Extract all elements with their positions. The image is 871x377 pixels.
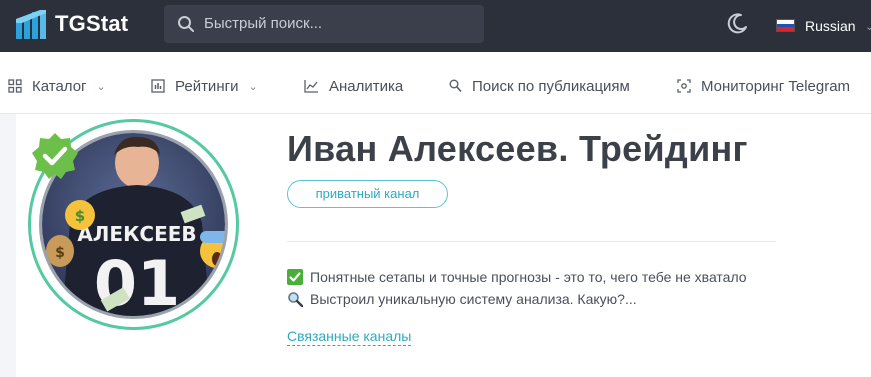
nav-item-ratings[interactable]: Рейтинги ⌄ bbox=[151, 76, 258, 96]
moon-icon[interactable] bbox=[727, 12, 749, 34]
nav-item-monitoring[interactable]: Мониторинг Telegram bbox=[677, 76, 850, 96]
check-mark-emoji bbox=[287, 269, 303, 285]
search-placeholder: Быстрый поиск... bbox=[204, 15, 323, 32]
grid-icon bbox=[8, 79, 22, 93]
language-selector[interactable]: Russian bbox=[805, 18, 856, 34]
nav-item-analytics[interactable]: Аналитика bbox=[304, 76, 403, 96]
search-icon bbox=[178, 16, 194, 32]
verified-badge-icon bbox=[32, 133, 78, 179]
line-chart-icon bbox=[304, 80, 318, 93]
nav-item-search-posts[interactable]: Поиск по публикациям bbox=[449, 76, 630, 96]
chevron-down-icon[interactable]: ⌄ bbox=[865, 20, 871, 33]
chevron-down-icon: ⌄ bbox=[248, 80, 258, 93]
logo-icon[interactable] bbox=[16, 10, 46, 39]
description-line: Понятные сетапы и точные прогнозы - это … bbox=[287, 268, 747, 286]
top-bar: TGStat Быстрый поиск... Russian ⌄ bbox=[0, 0, 871, 52]
main-nav: Каталог ⌄ Рейтинги ⌄ Аналитика Поиск по … bbox=[0, 52, 871, 114]
nav-label: Поиск по публикациям bbox=[472, 77, 630, 95]
avatar-shirt-name: АЛЕКСЕЕВ bbox=[77, 222, 196, 246]
search-input[interactable]: Быстрый поиск... bbox=[164, 5, 484, 43]
magnifier-emoji bbox=[288, 292, 303, 307]
nav-label: Мониторинг Telegram bbox=[701, 77, 851, 95]
search-icon bbox=[449, 79, 462, 93]
related-channels-link[interactable]: Связанные каналы bbox=[287, 328, 412, 346]
logo-text[interactable]: TGStat bbox=[55, 11, 128, 37]
chevron-down-icon: ⌄ bbox=[96, 80, 106, 93]
nav-item-catalog[interactable]: Каталог ⌄ bbox=[8, 76, 106, 96]
nav-label: Аналитика bbox=[329, 77, 404, 95]
description-text: Выстроил уникальную систему анализа. Как… bbox=[310, 291, 637, 307]
private-channel-badge[interactable]: приватный канал bbox=[287, 180, 448, 208]
monitor-icon bbox=[677, 79, 691, 93]
nav-label: Каталог bbox=[32, 77, 87, 95]
russia-flag-icon[interactable] bbox=[776, 19, 795, 32]
divider bbox=[287, 241, 776, 242]
bar-chart-icon bbox=[151, 79, 165, 93]
nav-label: Рейтинги bbox=[175, 77, 239, 95]
description-text: Понятные сетапы и точные прогнозы - это … bbox=[310, 269, 747, 285]
channel-title: Иван Алексеев. Трейдинг bbox=[287, 128, 748, 169]
svg-text:$: $ bbox=[75, 207, 85, 225]
svg-text:$: $ bbox=[55, 245, 65, 261]
description-line: Выстроил уникальную систему анализа. Как… bbox=[287, 290, 637, 308]
